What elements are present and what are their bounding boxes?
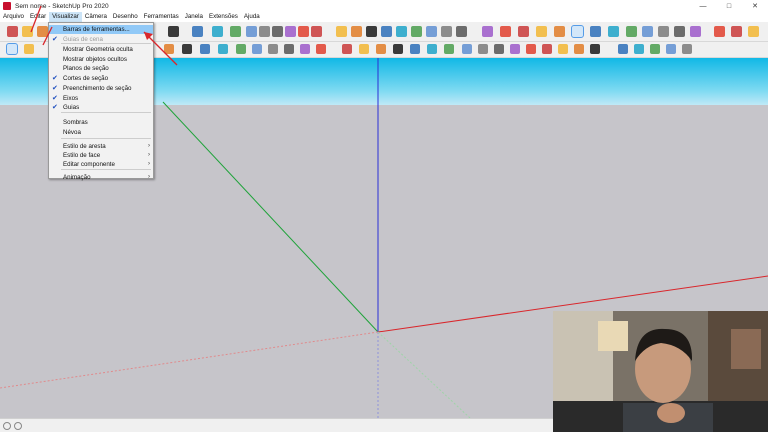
- annotation-arrow-1: [30, 5, 42, 33]
- annotation-overlay: [30, 5, 178, 66]
- annotation-arrow-2: [42, 26, 53, 46]
